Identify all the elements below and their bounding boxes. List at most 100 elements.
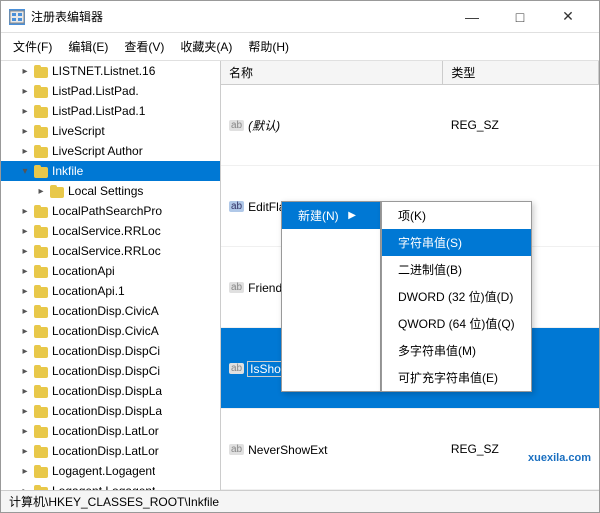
folder-icon	[33, 303, 49, 319]
table-row[interactable]: ab NeverShowExt REG_SZ	[221, 409, 599, 490]
window-controls: — □ ✕	[449, 3, 591, 31]
tree-expander-icon[interactable]: ▸	[17, 383, 33, 399]
folder-icon	[33, 203, 49, 219]
folder-icon	[33, 83, 49, 99]
menu-item-h[interactable]: 帮助(H)	[240, 35, 297, 58]
menu-item-v[interactable]: 查看(V)	[116, 35, 172, 58]
folder-icon	[33, 363, 49, 379]
tree-item[interactable]: ▸LocationDisp.LatLor	[1, 441, 220, 461]
tree-expander-icon[interactable]: ▾	[17, 163, 33, 179]
submenu-item[interactable]: 可扩充字符串值(E)	[382, 364, 531, 391]
folder-icon	[33, 463, 49, 479]
tree-item-label: Inkfile	[52, 164, 83, 178]
tree-expander-icon[interactable]: ▸	[17, 343, 33, 359]
tree-item[interactable]: ▸LiveScript Author	[1, 141, 220, 161]
value-type-icon: ab	[229, 444, 244, 455]
folder-icon	[33, 63, 49, 79]
menu-item-f[interactable]: 文件(F)	[5, 35, 60, 58]
folder-icon	[33, 243, 49, 259]
tree-item[interactable]: ▸LocationDisp.DispCi	[1, 361, 220, 381]
tree-item-label: ListPad.ListPad.	[52, 84, 139, 98]
tree-item[interactable]: ▸ LocationDisp.LatLor	[1, 421, 220, 441]
tree-expander-icon[interactable]: ▸	[33, 183, 49, 199]
tree-expander-icon[interactable]: ▸	[17, 223, 33, 239]
tree-item[interactable]: ▸ LocationDisp.DispCi	[1, 341, 220, 361]
menu-item-e[interactable]: 编辑(E)	[60, 35, 116, 58]
value-cell: ab NeverShowExt	[229, 443, 328, 457]
tree-item-label: LocationDisp.DispLa	[52, 404, 162, 418]
new-menu-item[interactable]: 新建(N) ▶	[282, 202, 380, 229]
tree-expander-icon[interactable]: ▸	[17, 143, 33, 159]
tree-expander-icon[interactable]: ▸	[17, 403, 33, 419]
tree-item[interactable]: ▸Logagent.Logagent	[1, 461, 220, 481]
tree-expander-icon[interactable]: ▸	[17, 363, 33, 379]
folder-icon	[33, 103, 49, 119]
tree-expander-icon[interactable]: ▸	[17, 283, 33, 299]
folder-icon	[33, 223, 49, 239]
submenu-item[interactable]: 多字符串值(M)	[382, 337, 531, 364]
tree-expander-icon[interactable]: ▸	[17, 103, 33, 119]
tree-item[interactable]: ▾ Inkfile	[1, 161, 220, 181]
maximize-button[interactable]: □	[497, 3, 543, 31]
menu-item-a[interactable]: 收藏夹(A)	[172, 35, 240, 58]
tree-item[interactable]: ▸Logagent.Logagent	[1, 481, 220, 490]
tree-item[interactable]: ▸ Local Settings	[1, 181, 220, 201]
value-type-icon: ab	[229, 120, 244, 131]
submenu-item[interactable]: 项(K)	[382, 202, 531, 229]
table-cell-type: REG_SZ	[443, 85, 599, 166]
submenu-item[interactable]: 二进制值(B)	[382, 256, 531, 283]
tree-expander-icon[interactable]: ▸	[17, 463, 33, 479]
tree-item[interactable]: ▸LocalPathSearchPro	[1, 201, 220, 221]
folder-icon	[33, 483, 49, 490]
folder-icon	[33, 403, 49, 419]
tree-item-label: LocationDisp.DispCi	[52, 344, 160, 358]
folder-icon	[33, 283, 49, 299]
tree-item[interactable]: ▸ListPad.ListPad.1	[1, 101, 220, 121]
tree-item[interactable]: ▸LiveScript	[1, 121, 220, 141]
right-panel: 名称 类型 ab(默认)REG_SZabEditFlagsREG_DWORDab…	[221, 61, 599, 490]
folder-icon	[33, 143, 49, 159]
table-cell-type: REG_SZ	[443, 409, 599, 490]
tree-scroll[interactable]: ▸LISTNET.Listnet.16▸ListPad.ListPad.▸Lis…	[1, 61, 220, 490]
submenu-item[interactable]: DWORD (32 位)值(D)	[382, 283, 531, 310]
minimize-button[interactable]: —	[449, 3, 495, 31]
folder-icon	[33, 383, 49, 399]
value-name: NeverShowExt	[248, 443, 327, 457]
folder-icon	[49, 183, 65, 199]
tree-item[interactable]: ▸ LocationDisp.DispLa	[1, 401, 220, 421]
tree-item-label: LocationDisp.LatLor	[52, 424, 159, 438]
submenu-item[interactable]: QWORD (64 位)值(Q)	[382, 310, 531, 337]
submenu-item[interactable]: 字符串值(S)	[382, 229, 531, 256]
tree-expander-icon[interactable]: ▸	[17, 303, 33, 319]
tree-expander-icon[interactable]: ▸	[17, 63, 33, 79]
folder-icon	[33, 423, 49, 439]
tree-expander-icon[interactable]: ▸	[17, 123, 33, 139]
window-title: 注册表编辑器	[31, 8, 449, 25]
tree-item-label: LocationApi	[52, 264, 115, 278]
tree-item-label: Local Settings	[68, 184, 143, 198]
col-type: 类型	[443, 61, 599, 85]
tree-item[interactable]: ▸LocationDisp.CivicA	[1, 321, 220, 341]
tree-item[interactable]: ▸LocationApi.1	[1, 281, 220, 301]
tree-expander-icon[interactable]: ▸	[17, 323, 33, 339]
tree-item-label: LocalService.RRLoc	[52, 244, 161, 258]
close-button[interactable]: ✕	[545, 3, 591, 31]
folder-icon	[33, 443, 49, 459]
tree-expander-icon[interactable]: ▸	[17, 483, 33, 490]
tree-expander-icon[interactable]: ▸	[17, 263, 33, 279]
tree-expander-icon[interactable]: ▸	[17, 243, 33, 259]
tree-item[interactable]: ▸ LocationApi	[1, 261, 220, 281]
value-name: (默认)	[248, 117, 280, 134]
tree-item[interactable]: ▸LocationDisp.CivicA	[1, 301, 220, 321]
tree-expander-icon[interactable]: ▸	[17, 203, 33, 219]
tree-expander-icon[interactable]: ▸	[17, 83, 33, 99]
tree-item[interactable]: ▸LocationDisp.DispLa	[1, 381, 220, 401]
table-row[interactable]: ab (默认) REG_SZ	[221, 85, 599, 166]
tree-item[interactable]: ▸LocalService.RRLoc	[1, 221, 220, 241]
tree-expander-icon[interactable]: ▸	[17, 443, 33, 459]
folder-icon	[33, 123, 49, 139]
tree-item[interactable]: ▸ ListPad.ListPad.	[1, 81, 220, 101]
tree-item[interactable]: ▸ LocalService.RRLoc	[1, 241, 220, 261]
tree-item[interactable]: ▸LISTNET.Listnet.16	[1, 61, 220, 81]
tree-expander-icon[interactable]: ▸	[17, 423, 33, 439]
